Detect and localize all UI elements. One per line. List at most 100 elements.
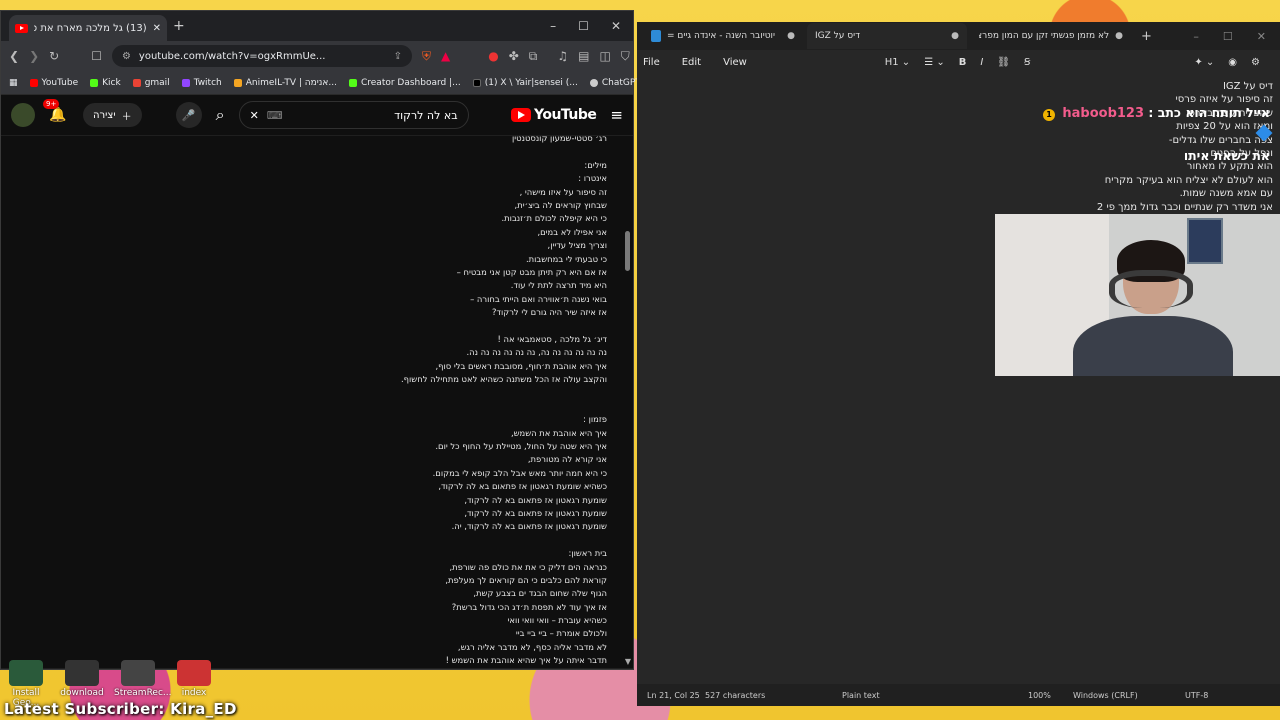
scrollbar[interactable] [623, 136, 631, 668]
browser-tab-active[interactable]: (13) גל מלכה מארח את סטטיק - ✕ [9, 15, 167, 41]
close-window-icon[interactable]: ✕ [1257, 30, 1266, 43]
notepad-tab[interactable]: יוטיובר השנה - אינדה גיים = ● [643, 23, 803, 49]
wallet-icon[interactable]: ◫ [599, 49, 610, 63]
close-window-icon[interactable]: ✕ [611, 19, 621, 33]
heading-dropdown[interactable]: H1 ⌄ [885, 57, 910, 68]
music-icon[interactable]: ♫ [557, 49, 568, 63]
bookmark-kick[interactable]: Kick [90, 78, 121, 88]
browser-tabbar: (13) גל מלכה מארח את סטטיק - ✕ + – ☐ ✕ [1, 11, 633, 41]
lyrics-line [307, 386, 607, 399]
scrollbar-thumb[interactable] [625, 231, 630, 271]
scroll-down-icon[interactable]: ▼ [625, 657, 631, 666]
screenshot-icon[interactable]: ⧉ [529, 49, 538, 64]
new-tab-icon[interactable]: + [173, 18, 185, 34]
unsaved-dot-icon[interactable]: ● [787, 31, 795, 41]
sidebar-icon[interactable]: ▤ [578, 49, 589, 63]
bookmark-creator-dashboard[interactable]: Creator Dashboard |... [348, 78, 461, 88]
new-tab-icon[interactable]: + [1141, 29, 1152, 44]
forward-icon[interactable]: ❯ [29, 49, 39, 63]
clear-format-icon[interactable]: Ꞩ [1024, 57, 1030, 68]
lyrics-line: שבחוץ קוראים לה ביצ׳ית, [514, 199, 607, 210]
hamburger-menu-icon[interactable]: ≡ [610, 106, 623, 124]
lyrics-line [307, 400, 607, 413]
lyrics-line: והקצב עולה אז הכל משתנה כשהיא לאט מתחילה… [401, 374, 607, 385]
bookmark-label: Kick [102, 77, 121, 88]
italic-icon[interactable]: I [980, 57, 983, 68]
copilot-icon[interactable]: ✦ ⌄ [1194, 57, 1214, 68]
latest-subscriber-banner: Latest Subscriber: Kira_ED [4, 700, 237, 718]
bookmark-x[interactable]: (1) X \ Yair|sensei (... [472, 78, 578, 88]
lyrics-line: שומעת רגאטון אז פתאום בא לה לרקוד, יה. [451, 521, 607, 532]
clear-search-icon[interactable]: ✕ [250, 109, 259, 122]
vpn-icon[interactable]: ⛉ [621, 49, 630, 64]
streamer [1073, 240, 1233, 376]
search-query: בא לה לרקוד [394, 108, 458, 122]
search-input[interactable]: ✕ ⌨ בא לה לרקוד [238, 101, 469, 129]
link-icon[interactable]: ⛓ [997, 57, 1010, 68]
notepad-tab[interactable]: לא מזמן פגשתי זקן עם המון מפרצים ● [971, 23, 1131, 49]
lyrics-line [307, 145, 607, 158]
bold-icon[interactable]: B [959, 57, 967, 68]
bookmark-gmail[interactable]: gmail [132, 78, 170, 88]
address-bar[interactable]: ⚙ youtube.com/watch?v=ogxRmmUe... ⇪ [111, 45, 412, 67]
app-icon [9, 660, 43, 686]
chat-username: haboob123 [1062, 106, 1145, 121]
unsaved-dot-icon[interactable]: ● [951, 31, 959, 41]
notepad-tab-active[interactable]: דיס על IGZ ● [807, 23, 967, 49]
lyrics-line: וצריך מציל עדיין, [547, 240, 607, 251]
lyrics-line: אז איך עוד לא תפסת ת׳דג הכי גדול ברשת? [451, 601, 607, 612]
bookmark-animeil[interactable]: AnimeIL-TV | אנימה... [233, 78, 337, 88]
site-info-icon[interactable]: ⚙ [122, 51, 131, 62]
avatar[interactable] [11, 103, 35, 127]
bookmark-youtube[interactable]: YouTube [29, 78, 78, 88]
settings-icon[interactable]: ⚙ [1251, 57, 1260, 68]
lyrics-line: כשהיא עוברת – וואי וואי וואי [507, 615, 607, 626]
bookmark-chatgpt[interactable]: ChatGPT [589, 77, 641, 88]
youtube-header: 🔔 9+ יצירה ＋ 🎤 ⌕ ✕ ⌨ בא לה לרקוד YouTube ≡ [1, 95, 633, 135]
zoom-level[interactable]: 100% [1028, 691, 1051, 700]
bookmark-icon[interactable]: ☐ [91, 49, 102, 63]
app-icon [121, 660, 155, 686]
maximize-icon[interactable]: ☐ [578, 19, 589, 33]
lyrics-line: איך היא אוהבת את השמש, [510, 427, 607, 438]
list-icon[interactable]: ☰ ⌄ [924, 57, 945, 68]
account-icon[interactable]: ◉ [1228, 57, 1237, 68]
mic-icon[interactable]: 🎤 [175, 102, 202, 128]
encoding[interactable]: UTF-8 [1185, 691, 1208, 700]
twitch-icon [181, 78, 190, 87]
unsaved-dot-icon[interactable]: ● [1115, 31, 1123, 41]
share-icon[interactable]: ⇪ [394, 51, 402, 62]
lyrics-line: כנראה הים דליק כי את את כולם פה שורפת, [449, 561, 607, 572]
apps-icon[interactable]: ▦ [9, 78, 18, 88]
menu-edit[interactable]: Edit [682, 57, 701, 68]
notepad-tab-title: דיס על IGZ [815, 31, 861, 41]
back-icon[interactable]: ❮ [9, 49, 19, 63]
minimize-icon[interactable]: – [1193, 30, 1199, 43]
brave-shield-icon[interactable]: ⛨ [422, 49, 431, 64]
menu-file[interactable]: File [643, 57, 660, 68]
browser-window: (13) גל מלכה מארח את סטטיק - ✕ + – ☐ ✕ ❮… [0, 10, 658, 670]
tab-close-icon[interactable]: ✕ [153, 23, 161, 34]
search-icon[interactable]: ⌕ [216, 105, 225, 125]
bookmark-twitch[interactable]: Twitch [181, 78, 222, 88]
lyrics-line: נה נה נה נה נה נה, נה נה נה נה נה נה. [466, 347, 607, 358]
lyrics-line: הגוף שלה שחום הבגד ים בצבע קשת, [473, 588, 607, 599]
headphones-icon [1109, 270, 1193, 308]
create-button[interactable]: יצירה ＋ [83, 103, 142, 127]
reload-icon[interactable]: ↻ [49, 49, 59, 63]
line-endings[interactable]: Windows (CRLF) [1073, 691, 1138, 700]
youtube-logo[interactable]: YouTube [510, 107, 597, 123]
bookmark-label: ChatGPT [601, 77, 641, 88]
puzzle-icon[interactable]: ✤ [509, 49, 519, 63]
youtube-logo-text: YouTube [533, 107, 597, 123]
menu-view[interactable]: View [723, 57, 747, 68]
animeil-icon [233, 78, 242, 87]
notifications-icon[interactable]: 🔔 9+ [43, 99, 69, 123]
notepad-tab-title: יוטיובר השנה - אינדה גיים = [667, 31, 776, 41]
keyboard-icon[interactable]: ⌨ [267, 109, 283, 122]
extension-icon[interactable]: ● [488, 49, 498, 63]
minimize-icon[interactable]: – [550, 19, 556, 33]
lyrics-line: כי היא חמה יותר מאש אבל הלב קופא לי במקו… [432, 467, 607, 478]
maximize-icon[interactable]: ☐ [1223, 30, 1233, 43]
rewards-icon[interactable]: ▲ [441, 49, 450, 63]
